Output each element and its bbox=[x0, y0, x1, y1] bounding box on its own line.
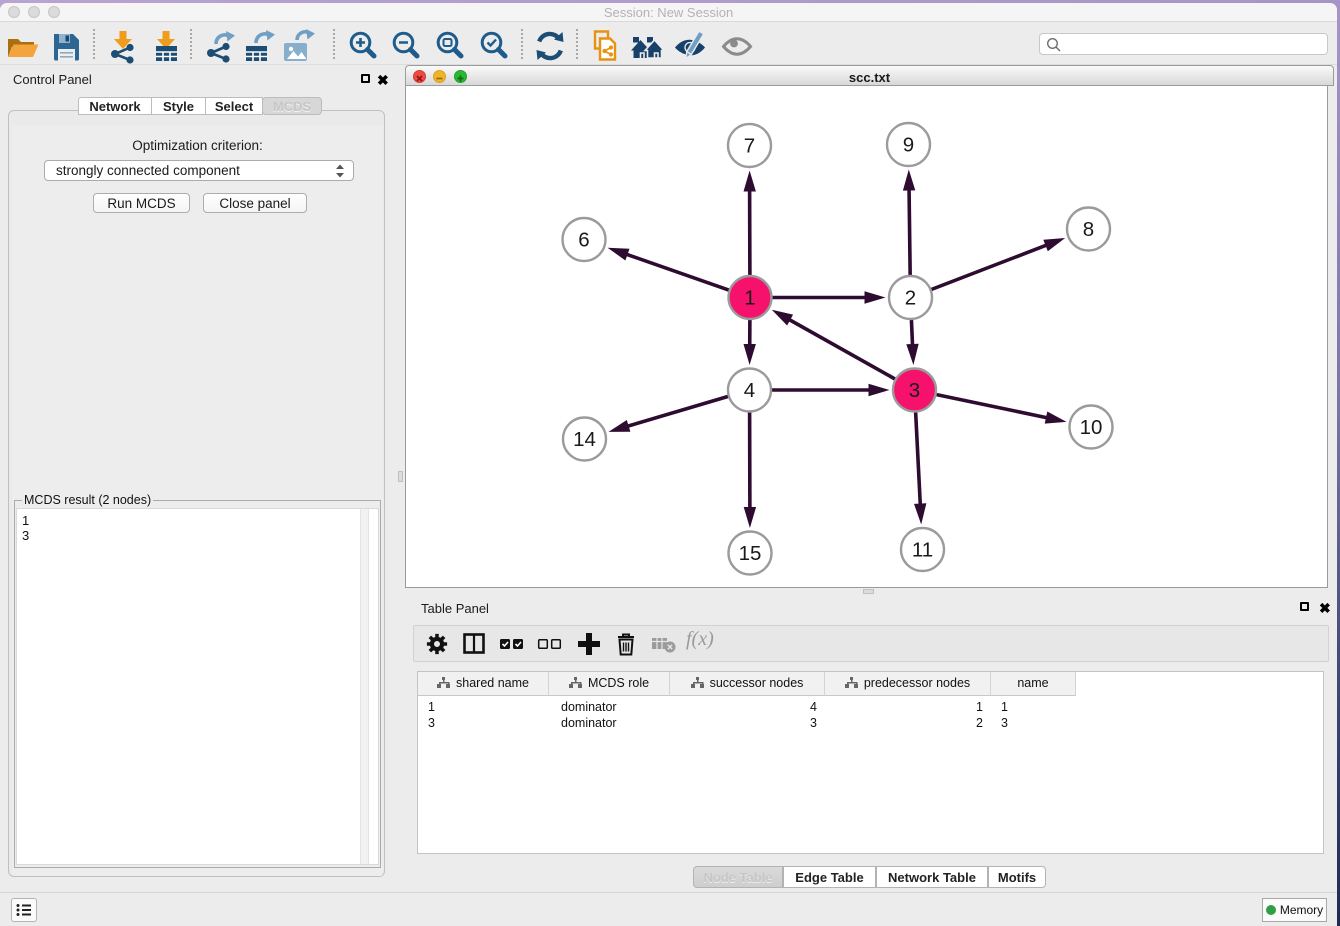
svg-text:3: 3 bbox=[909, 379, 920, 402]
svg-text:14: 14 bbox=[573, 428, 596, 451]
svg-text:2: 2 bbox=[905, 287, 916, 310]
svg-text:6: 6 bbox=[578, 229, 589, 252]
svg-text:10: 10 bbox=[1080, 416, 1103, 439]
svg-text:8: 8 bbox=[1083, 218, 1094, 241]
svg-text:7: 7 bbox=[744, 135, 755, 158]
svg-text:1: 1 bbox=[744, 287, 755, 310]
svg-text:15: 15 bbox=[739, 542, 762, 565]
svg-text:9: 9 bbox=[903, 134, 914, 157]
svg-text:11: 11 bbox=[912, 539, 933, 562]
svg-text:4: 4 bbox=[744, 379, 755, 402]
